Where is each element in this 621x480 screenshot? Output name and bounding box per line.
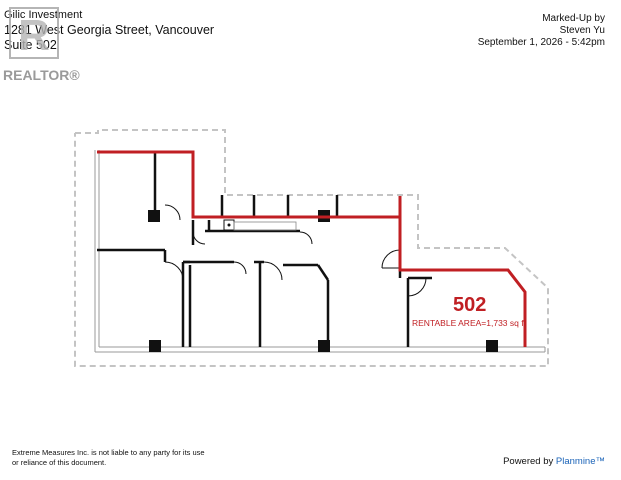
floor-plan [74,129,549,367]
rentable-area: RENTABLE AREA=1,733 sq ft [412,318,526,328]
disclaimer: Extreme Measures Inc. is not liable to a… [12,448,205,468]
powered-prefix: Powered by [503,456,554,467]
building-outline [74,129,549,367]
unit-number: 502 [453,294,487,316]
interior-walls [97,152,432,347]
door-swings [164,204,427,297]
powered-by: Powered by Planmine™ [503,456,605,467]
disclaimer-line-1: Extreme Measures Inc. is not liable to a… [12,448,205,457]
disclaimer-line-2: or reliance of this document. [12,458,107,467]
planmine-brand[interactable]: Planmine™ [556,456,605,467]
building-columns [148,210,498,352]
